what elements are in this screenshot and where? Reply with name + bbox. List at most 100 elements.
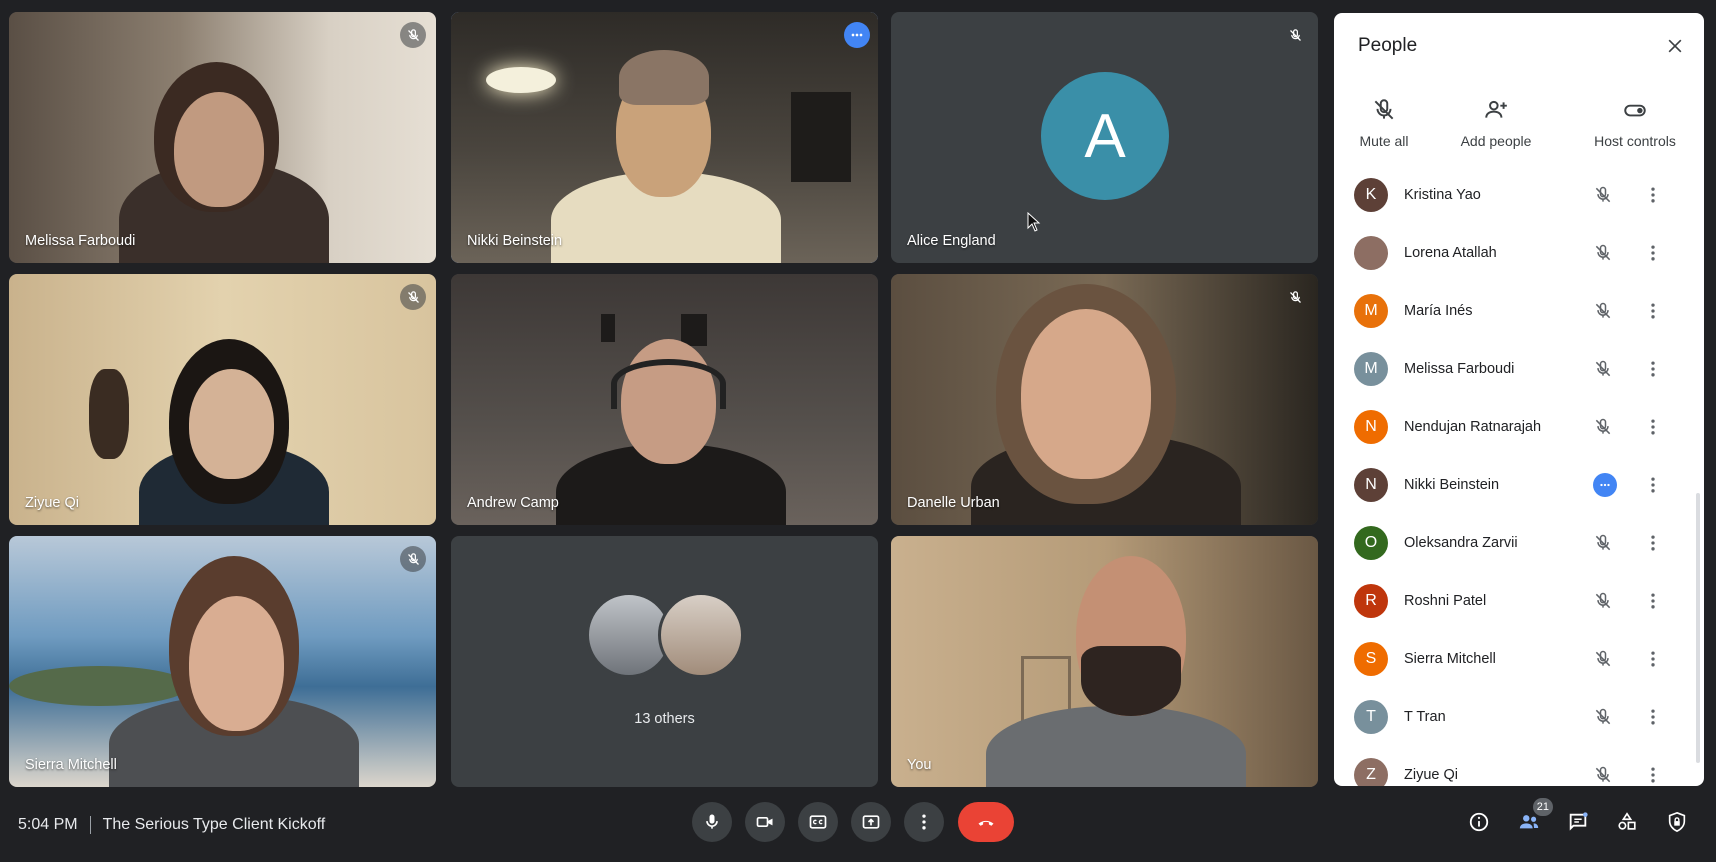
participant-row[interactable]: R Roshni Patel xyxy=(1334,572,1704,630)
speaking-indicator-icon xyxy=(1593,473,1617,497)
video-tile-sierra[interactable]: Sierra Mitchell xyxy=(9,536,436,787)
microphone-button[interactable] xyxy=(692,802,732,842)
participant-name: Nendujan Ratnarajah xyxy=(1404,419,1542,435)
host-controls-button[interactable]: Host controls xyxy=(1575,97,1695,149)
participant-name: Nikki Beinstein xyxy=(1404,477,1500,493)
meeting-details-button[interactable] xyxy=(1461,804,1497,840)
more-vert-icon[interactable] xyxy=(1641,357,1665,381)
mic-off-icon[interactable] xyxy=(1591,647,1615,671)
video-tile-others[interactable]: 13 others xyxy=(451,536,878,787)
participant-row[interactable]: S Sierra Mitchell xyxy=(1334,630,1704,688)
others-count: 13 others xyxy=(634,711,695,727)
video-feed xyxy=(451,274,878,525)
host-controls-label: Host controls xyxy=(1594,133,1676,149)
video-feed xyxy=(891,274,1318,525)
add-people-button[interactable]: Add people xyxy=(1436,97,1556,149)
mouse-cursor-icon xyxy=(1027,212,1041,232)
participant-name: Ziyue Qi xyxy=(25,495,79,511)
participant-name: María Inés xyxy=(1404,303,1473,319)
captions-icon xyxy=(809,815,827,829)
activities-icon xyxy=(1618,812,1636,830)
participant-name: Kristina Yao xyxy=(1404,187,1481,203)
more-vert-icon[interactable] xyxy=(1641,763,1665,786)
camera-button[interactable] xyxy=(745,802,785,842)
participant-row[interactable]: K Kristina Yao xyxy=(1334,166,1704,224)
activities-button[interactable] xyxy=(1609,804,1645,840)
more-options-icon[interactable] xyxy=(844,22,870,48)
chat-button[interactable] xyxy=(1560,804,1596,840)
host-controls-bar-button[interactable] xyxy=(1659,804,1695,840)
participant-name: Nikki Beinstein xyxy=(467,233,563,249)
avatar: A xyxy=(1041,72,1169,200)
mic-off-icon[interactable] xyxy=(1591,183,1615,207)
participant-name: Alice England xyxy=(907,233,996,249)
divider xyxy=(89,816,91,834)
more-vert-icon[interactable] xyxy=(1641,589,1665,613)
more-vert-icon[interactable] xyxy=(1641,473,1665,497)
more-vert-icon[interactable] xyxy=(1641,241,1665,265)
mic-off-icon[interactable] xyxy=(1591,299,1615,323)
video-tile-danelle[interactable]: Danelle Urban xyxy=(891,274,1318,525)
mic-off-icon[interactable] xyxy=(1591,241,1615,265)
video-feed xyxy=(9,536,436,787)
captions-button[interactable] xyxy=(798,802,838,842)
mic-off-icon[interactable] xyxy=(1591,763,1615,786)
video-feed xyxy=(9,12,436,263)
video-tile-ziyue[interactable]: Ziyue Qi xyxy=(9,274,436,525)
participant-name: Ziyue Qi xyxy=(1404,767,1458,783)
more-vert-icon[interactable] xyxy=(1641,183,1665,207)
mic-off-icon[interactable] xyxy=(1591,589,1615,613)
more-vert-icon[interactable] xyxy=(1641,531,1665,555)
video-tile-melissa[interactable]: Melissa Farboudi xyxy=(9,12,436,263)
video-tile-nikki[interactable]: Nikki Beinstein xyxy=(451,12,878,263)
info-icon xyxy=(1469,812,1489,832)
mute-all-button[interactable]: Mute all xyxy=(1334,97,1444,149)
microphone-icon xyxy=(706,814,718,829)
mute-all-label: Mute all xyxy=(1359,133,1409,149)
participant-row[interactable]: Lorena Atallah xyxy=(1334,224,1704,282)
control-bar: 5:04 PM The Serious Type Client Kickoff … xyxy=(0,790,1716,862)
leave-call-button[interactable] xyxy=(958,802,1014,842)
avatar: N xyxy=(1354,410,1388,444)
people-panel: People Mute all Add people Host controls… xyxy=(1334,13,1704,786)
people-button[interactable]: 21 xyxy=(1511,798,1553,840)
present-button[interactable] xyxy=(851,802,891,842)
mic-off-icon[interactable] xyxy=(1591,415,1615,439)
present-screen-icon xyxy=(862,815,880,829)
avatar: O xyxy=(1354,526,1388,560)
participant-row[interactable]: Z Ziyue Qi xyxy=(1334,746,1704,786)
participant-row[interactable]: O Oleksandra Zarvii xyxy=(1334,514,1704,572)
participant-count-badge: 21 xyxy=(1532,798,1553,816)
mic-off-icon xyxy=(400,22,426,48)
video-feed xyxy=(9,274,436,525)
video-tile-alice[interactable]: A Alice England xyxy=(891,12,1318,263)
participant-row[interactable]: M María Inés xyxy=(1334,282,1704,340)
add-people-label: Add people xyxy=(1460,133,1532,149)
participant-name: Danelle Urban xyxy=(907,495,1000,511)
mic-off-icon xyxy=(1374,99,1394,120)
avatar: M xyxy=(1354,352,1388,386)
close-icon[interactable] xyxy=(1662,33,1688,59)
mic-off-icon[interactable] xyxy=(1591,705,1615,729)
mic-off-icon[interactable] xyxy=(1591,357,1615,381)
more-vert-icon[interactable] xyxy=(1641,705,1665,729)
video-feed xyxy=(451,12,878,263)
panel-title: People xyxy=(1358,35,1418,56)
more-vert-icon[interactable] xyxy=(1641,647,1665,671)
mic-off-icon xyxy=(1282,284,1308,310)
participant-name: Melissa Farboudi xyxy=(25,233,136,249)
video-tile-andrew[interactable]: Andrew Camp xyxy=(451,274,878,525)
video-tile-you[interactable]: You xyxy=(891,536,1318,787)
participant-row[interactable]: T T Tran xyxy=(1334,688,1704,746)
avatar: S xyxy=(1354,642,1388,676)
scrollbar[interactable] xyxy=(1696,493,1700,763)
mic-off-icon xyxy=(400,284,426,310)
participant-row[interactable]: N Nikki Beinstein xyxy=(1334,456,1704,514)
participant-name: Melissa Farboudi xyxy=(1404,361,1515,377)
participant-row[interactable]: N Nendujan Ratnarajah xyxy=(1334,398,1704,456)
more-options-button[interactable] xyxy=(904,802,944,842)
more-vert-icon[interactable] xyxy=(1641,299,1665,323)
mic-off-icon[interactable] xyxy=(1591,531,1615,555)
participant-row[interactable]: M Melissa Farboudi xyxy=(1334,340,1704,398)
more-vert-icon[interactable] xyxy=(1641,415,1665,439)
